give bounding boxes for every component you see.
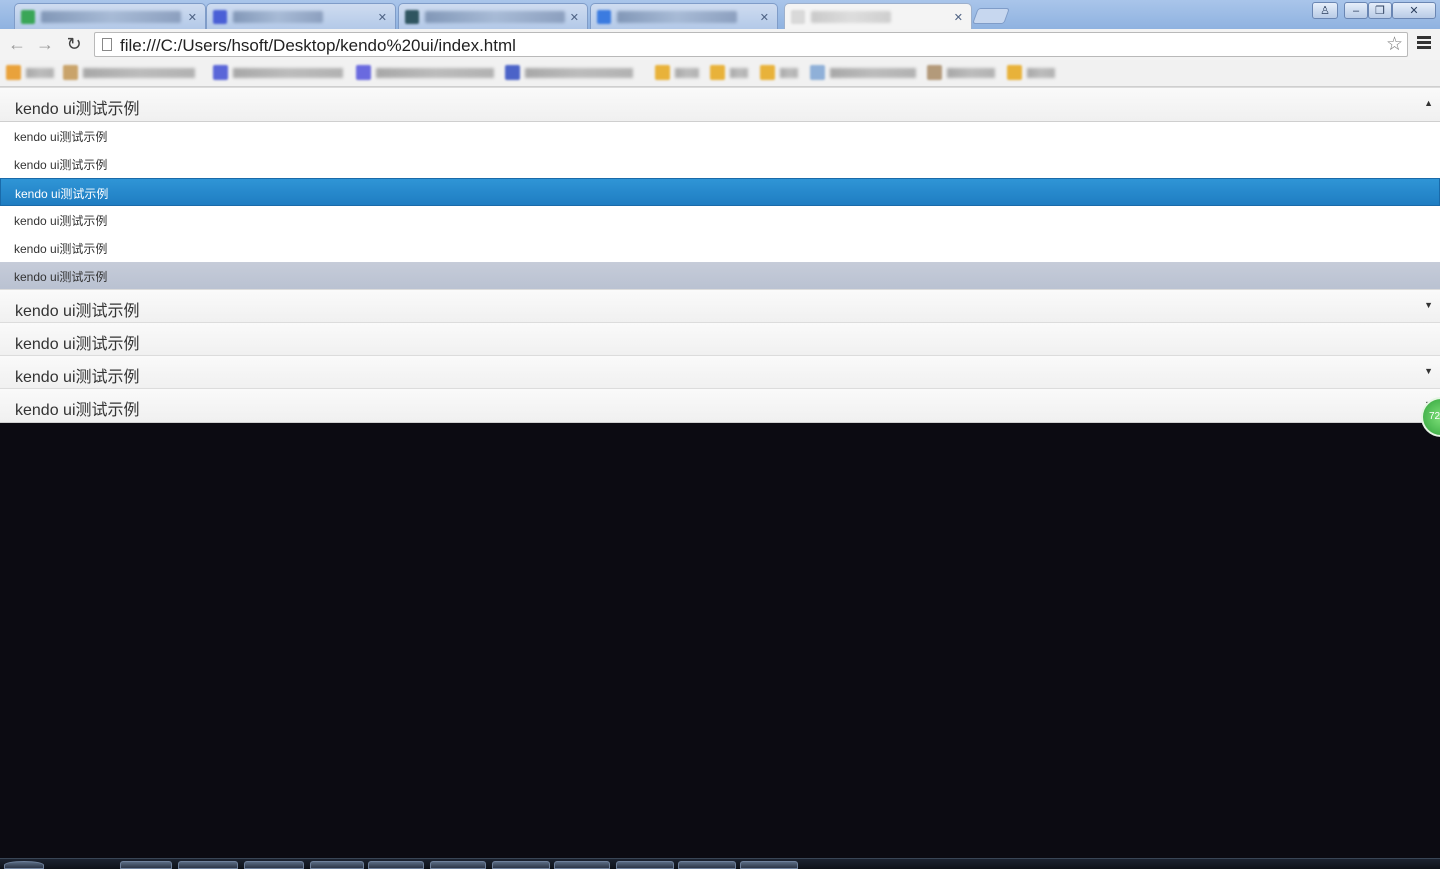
browser-toolbar: ← → ↻ file:///C:/Users/hsoft/Desktop/ken… [0,29,1440,60]
panelbar-item-selected[interactable]: kendo ui测试示例 [0,178,1440,206]
tab-favicon [791,10,805,24]
panelbar-item-hover[interactable]: kendo ui测试示例 [0,262,1440,290]
bookmark-label-blurred [730,68,748,78]
panelbar-item-label: kendo ui测试示例 [14,270,108,284]
reload-icon[interactable]: ↻ [63,33,85,55]
panelbar-item[interactable]: kendo ui测试示例 [0,234,1440,262]
folder-icon [1007,65,1022,80]
bookmark-icon [213,65,228,80]
close-tab-icon[interactable]: ✕ [760,11,769,24]
close-tab-icon[interactable]: ✕ [188,11,197,24]
bookmark-icon [356,65,371,80]
tab-favicon [213,10,227,24]
bookmark-label-blurred [525,68,633,78]
panelbar-item[interactable]: kendo ui测试示例 [0,150,1440,178]
panelbar-header[interactable]: kendo ui测试示例 ▼ [0,388,1440,422]
os-taskbar [0,858,1440,869]
bookmark-label-blurred [26,68,54,78]
panelbar-bottom-border [0,422,1440,423]
panelbar-item-label: kendo ui测试示例 [14,214,108,228]
tab-title-blurred [41,11,181,23]
tab-strip: ✕ ✕ ✕ ✕ ✕ ♙ – ❐ ✕ [0,0,1440,29]
close-window-icon[interactable]: ✕ [1392,2,1436,19]
panelbar-item-label: kendo ui测试示例 [15,187,109,201]
tab-title-blurred [811,11,891,23]
forward-arrow-icon[interactable]: → [34,33,56,55]
restore-icon[interactable]: ❐ [1368,2,1392,19]
folder-icon [655,65,670,80]
bookmark-label-blurred [675,68,699,78]
bookmark-star-icon[interactable]: ☆ [1386,33,1403,56]
folder-icon [710,65,725,80]
tab-favicon [21,10,35,24]
panelbar-item-group: kendo ui测试示例 kendo ui测试示例 kendo ui测试示例 k… [0,121,1440,290]
page-icon [102,38,112,51]
panelbar-item[interactable]: kendo ui测试示例 [0,206,1440,234]
panelbar-header[interactable]: kendo ui测试示例 [0,322,1440,356]
panelbar-header-label: kendo ui测试示例 [15,336,140,353]
panelbar-header-label: kendo ui测试示例 [15,402,140,419]
bookmark-label-blurred [376,68,494,78]
address-url[interactable]: file:///C:/Users/hsoft/Desktop/kendo%20u… [120,36,516,56]
user-icon[interactable]: ♙ [1312,2,1338,19]
panelbar-header-label: kendo ui测试示例 [15,369,140,386]
panelbar: kendo ui测试示例 ▲ kendo ui测试示例 kendo ui测试示例… [0,87,1440,437]
tab-favicon [405,10,419,24]
minimize-icon[interactable]: – [1344,2,1368,19]
collapse-arrow-icon[interactable]: ▲ [1424,98,1433,108]
panelbar-header[interactable]: kendo ui测试示例 ▼ [0,355,1440,389]
bookmark-label-blurred [780,68,798,78]
browser-tab-active[interactable]: ✕ [784,3,972,29]
expand-arrow-icon[interactable]: ▼ [1424,366,1433,376]
panelbar-item-label: kendo ui测试示例 [14,130,108,144]
panelbar-header-expanded[interactable]: kendo ui测试示例 ▲ [0,87,1440,121]
bookmark-icon [810,65,825,80]
panelbar-item-label: kendo ui测试示例 [14,158,108,172]
tab-title-blurred [233,11,323,23]
bookmark-label-blurred [830,68,916,78]
new-tab-button[interactable] [972,8,1010,24]
browser-tab-2[interactable]: ✕ [206,3,396,29]
panelbar-item[interactable]: kendo ui测试示例 [0,122,1440,150]
close-tab-icon[interactable]: ✕ [570,11,579,24]
expand-arrow-icon[interactable]: ▼ [1424,300,1433,310]
bookmark-icon [63,65,78,80]
folder-icon [760,65,775,80]
bookmarks-bar [0,60,1440,87]
tab-title-blurred [425,11,565,23]
panelbar-header-label: kendo ui测试示例 [15,303,140,320]
bookmark-label-blurred [83,68,195,78]
bookmark-label-blurred [1027,68,1055,78]
bookmark-label-blurred [233,68,343,78]
panelbar-header-label: kendo ui测试示例 [15,101,140,118]
bookmark-icon [927,65,942,80]
bookmark-label-blurred [947,68,995,78]
panelbar-item-label: kendo ui测试示例 [14,242,108,256]
panelbar-header[interactable]: kendo ui测试示例 ▼ [0,289,1440,323]
tab-favicon [597,10,611,24]
hamburger-menu-icon[interactable] [1417,36,1431,50]
address-bar[interactable]: file:///C:/Users/hsoft/Desktop/kendo%20u… [94,32,1408,57]
close-tab-icon[interactable]: ✕ [954,11,963,24]
browser-tab-3[interactable]: ✕ [398,3,588,29]
bookmark-icon [505,65,520,80]
browser-tab-4[interactable]: ✕ [590,3,778,29]
close-tab-icon[interactable]: ✕ [378,11,387,24]
browser-tab-1[interactable]: ✕ [14,3,206,29]
bookmark-icon [6,65,21,80]
tab-title-blurred [617,11,737,23]
browser-chrome: ✕ ✕ ✕ ✕ ✕ ♙ – ❐ ✕ ← → ↻ file:///C:/Users… [0,0,1440,87]
back-arrow-icon[interactable]: ← [6,33,28,55]
